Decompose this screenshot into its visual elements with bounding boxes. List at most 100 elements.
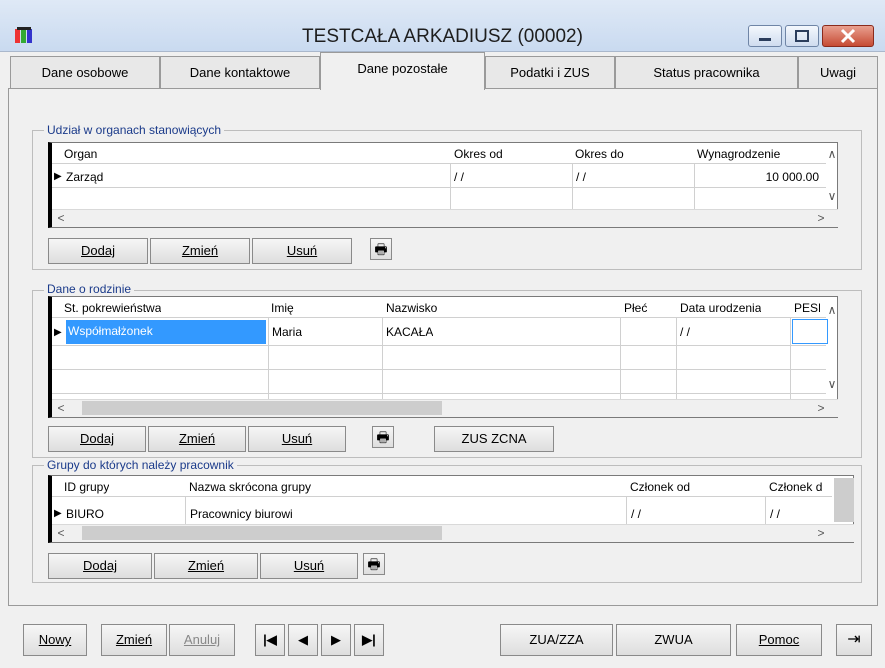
column-header[interactable]: Nazwisko <box>386 301 437 315</box>
table-cell[interactable]: / / <box>680 325 690 339</box>
column-header[interactable]: Okres od <box>454 147 503 161</box>
maximize-button[interactable] <box>785 25 819 47</box>
groups-grid[interactable]: ID grupy Nazwa skrócona grupy Członek od… <box>48 475 854 543</box>
row-marker-icon: ▶ <box>54 508 62 519</box>
column-header[interactable]: St. pokrewieństwa <box>64 301 161 315</box>
organs-grid[interactable]: Organ Okres od Okres do Wynagrodzenie ▶ … <box>48 142 838 228</box>
button-label: Nowy <box>38 632 72 647</box>
next-record-icon: ▶ <box>331 632 341 647</box>
zua-zza-button[interactable]: ZUA/ZZA <box>500 624 613 656</box>
column-header[interactable]: Wynagrodzenie <box>697 147 780 161</box>
column-header[interactable]: ID grupy <box>64 480 109 494</box>
horizontal-scrollbar[interactable] <box>52 209 838 227</box>
family-group-title: Dane o rodzinie <box>44 282 135 296</box>
table-cell[interactable]: / / <box>454 170 464 184</box>
table-cell[interactable]: Maria <box>272 325 302 339</box>
organs-change-button[interactable]: Zmień <box>150 238 250 264</box>
exit-button[interactable]: ⇥ <box>836 624 872 656</box>
table-cell[interactable]: / / <box>576 170 586 184</box>
grid-line <box>52 393 826 394</box>
scroll-left-icon[interactable]: < <box>54 401 68 415</box>
close-button[interactable] <box>822 25 874 47</box>
tab-status-pracownika[interactable]: Status pracownika <box>615 56 798 88</box>
table-cell-selected[interactable]: Współmałżonek <box>66 320 266 344</box>
close-icon <box>840 28 856 44</box>
zus-zcna-button[interactable]: ZUS ZCNA <box>434 426 554 452</box>
exit-icon: ⇥ <box>847 631 861 648</box>
grid-line <box>694 163 695 209</box>
print-icon[interactable]: 🖶 <box>370 238 392 260</box>
table-cell[interactable]: / / <box>770 507 780 521</box>
column-header[interactable]: PESE <box>794 301 820 315</box>
prev-record-button[interactable]: ◀ <box>288 624 318 656</box>
scroll-right-icon[interactable]: > <box>814 401 828 415</box>
scroll-left-icon[interactable]: < <box>54 211 68 225</box>
grid-line <box>268 317 269 399</box>
scroll-down-icon[interactable]: ∨ <box>824 189 840 203</box>
maximize-icon <box>795 30 809 42</box>
grid-line <box>676 317 677 399</box>
scroll-left-icon[interactable]: < <box>54 526 68 540</box>
prev-record-icon: ◀ <box>298 632 308 647</box>
print-icon[interactable]: 🖶 <box>363 553 385 575</box>
table-cell[interactable]: Pracownicy biurowi <box>190 507 293 521</box>
groups-delete-button[interactable]: Usuń <box>260 553 358 579</box>
first-record-icon: |◀ <box>263 632 277 647</box>
tab-dane-osobowe[interactable]: Dane osobowe <box>10 56 160 88</box>
column-header[interactable]: Członek od <box>630 480 690 494</box>
tab-uwagi[interactable]: Uwagi <box>798 56 878 88</box>
column-header[interactable]: Członek d <box>769 480 829 494</box>
scroll-right-icon[interactable]: > <box>814 526 828 540</box>
family-delete-button[interactable]: Usuń <box>248 426 346 452</box>
first-record-button[interactable]: |◀ <box>255 624 285 656</box>
column-header[interactable]: Płeć <box>624 301 647 315</box>
table-cell[interactable]: Zarząd <box>66 170 103 184</box>
scroll-up-icon[interactable]: ∧ <box>824 147 840 161</box>
column-header[interactable]: Nazwa skrócona grupy <box>189 480 311 494</box>
tab-label: Status pracownika <box>653 65 760 80</box>
scroll-down-icon[interactable]: ∨ <box>824 377 840 391</box>
next-record-button[interactable]: ▶ <box>321 624 351 656</box>
groups-add-button[interactable]: Dodaj <box>48 553 152 579</box>
grid-line <box>52 496 832 497</box>
organs-delete-button[interactable]: Usuń <box>252 238 352 264</box>
table-cell[interactable]: / / <box>631 507 641 521</box>
groups-change-button[interactable]: Zmień <box>154 553 258 579</box>
last-record-button[interactable]: ▶| <box>354 624 384 656</box>
table-cell[interactable]: 10 000.00 <box>697 170 819 184</box>
tab-dane-pozostale[interactable]: Dane pozostałe <box>320 52 485 90</box>
scrollbar-thumb[interactable] <box>82 401 442 415</box>
column-header[interactable]: Okres do <box>575 147 624 161</box>
button-label: Dodaj <box>80 431 114 446</box>
tab-dane-kontaktowe[interactable]: Dane kontaktowe <box>160 56 320 88</box>
cancel-button[interactable]: Anuluj <box>169 624 235 656</box>
change-button[interactable]: Zmień <box>101 624 167 656</box>
grid-line <box>382 317 383 399</box>
grid-line <box>185 496 186 524</box>
organs-add-button[interactable]: Dodaj <box>48 238 148 264</box>
button-label: Usuń <box>286 243 318 258</box>
column-header[interactable]: Data urodzenia <box>680 301 761 315</box>
scrollbar-thumb[interactable] <box>82 526 442 540</box>
vertical-scrollbar-thumb[interactable] <box>834 478 854 522</box>
minimize-icon <box>759 38 771 41</box>
scroll-right-icon[interactable]: > <box>814 211 828 225</box>
groups-group-title: Grupy do których należy pracownik <box>44 458 237 472</box>
family-grid[interactable]: St. pokrewieństwa Imię Nazwisko Płeć Dat… <box>48 296 838 418</box>
button-label: ZUS ZCNA <box>461 431 527 446</box>
help-button[interactable]: Pomoc <box>736 624 822 656</box>
table-cell-focus[interactable] <box>792 319 828 344</box>
column-header[interactable]: Imię <box>271 301 294 315</box>
table-cell[interactable]: KACAŁA <box>386 325 433 339</box>
family-change-button[interactable]: Zmień <box>148 426 246 452</box>
tab-podatki-zus[interactable]: Podatki i ZUS <box>485 56 615 88</box>
scroll-up-icon[interactable]: ∧ <box>824 303 840 317</box>
print-icon[interactable]: 🖶 <box>372 426 394 448</box>
family-add-button[interactable]: Dodaj <box>48 426 146 452</box>
table-cell[interactable]: BIURO <box>66 507 104 521</box>
minimize-button[interactable] <box>748 25 782 47</box>
new-button[interactable]: Nowy <box>23 624 87 656</box>
column-header[interactable]: Organ <box>64 147 97 161</box>
grid-line <box>52 163 826 164</box>
zwua-button[interactable]: ZWUA <box>616 624 731 656</box>
